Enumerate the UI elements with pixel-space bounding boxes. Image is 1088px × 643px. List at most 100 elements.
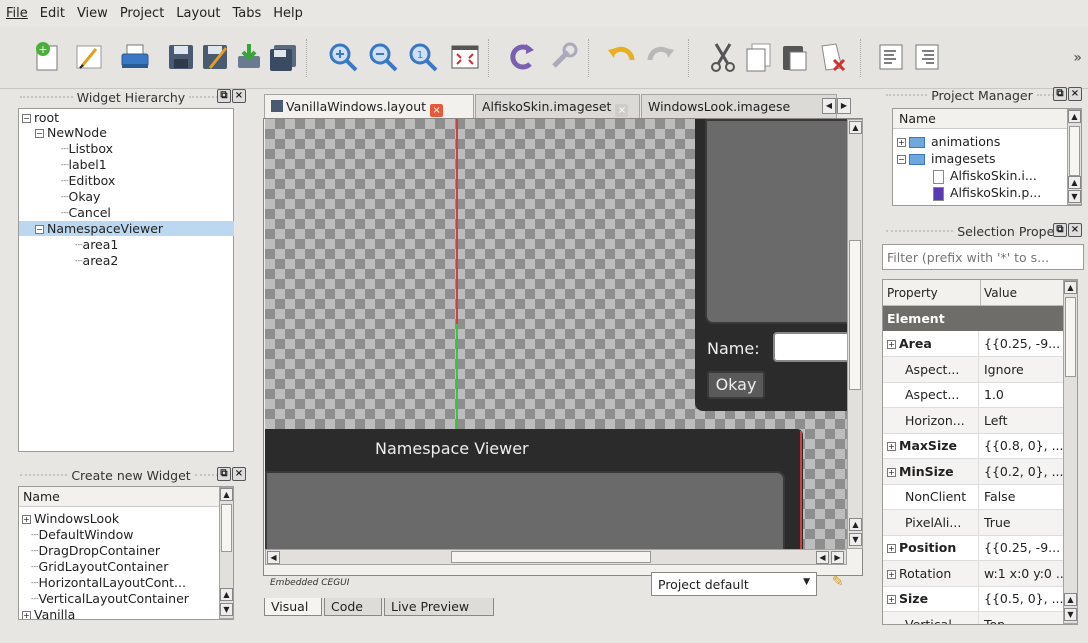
expand-icon[interactable]: + — [887, 570, 896, 579]
project-select[interactable]: Project default ▼ — [651, 572, 817, 596]
project-item-image[interactable]: AlfiskoSkin.p... — [933, 185, 1041, 201]
float-icon[interactable]: ⧉ — [217, 89, 231, 103]
close-icon[interactable]: × — [232, 467, 246, 481]
property-row-aspect-ratio[interactable]: Aspect... 1.0 — [883, 382, 1077, 408]
scroll-down-icon[interactable]: ▼ — [220, 603, 233, 616]
widget-item[interactable]: ┄HorizontalLayoutCont... — [31, 575, 186, 590]
new-file-icon[interactable]: + — [30, 40, 64, 74]
scroll-down-icon[interactable]: ▼ — [1064, 608, 1077, 621]
tab-live-preview[interactable]: Live Preview — [384, 598, 494, 616]
widget-item-vanilla[interactable]: + Vanilla — [22, 607, 75, 619]
listbox-widget[interactable] — [705, 119, 847, 324]
property-row-minsize[interactable]: + MinSize {{0.2, 0}, ... — [883, 459, 1077, 485]
layout-canvas[interactable]: Name: Okay Namespace Viewer — [265, 119, 847, 549]
close-tab-icon[interactable]: × — [615, 104, 629, 117]
reload-icon[interactable] — [506, 40, 540, 74]
scrollbar-thumb[interactable] — [849, 240, 861, 390]
scroll-left-icon[interactable]: ◀ — [267, 551, 280, 564]
tree-item-label1[interactable]: ┄label1 — [61, 157, 107, 172]
widget-item-windowslook[interactable]: + WindowsLook — [22, 511, 119, 526]
property-row-maxsize[interactable]: + MaxSize {{0.8, 0}, ... — [883, 433, 1077, 459]
menu-file[interactable]: File — [6, 6, 28, 21]
tree-item-editbox[interactable]: ┄Editbox — [61, 173, 115, 188]
property-filter-input[interactable] — [882, 244, 1084, 270]
tab-visual[interactable]: Visual — [264, 598, 322, 616]
print-icon[interactable] — [118, 40, 152, 74]
editor-vertical-scrollbar[interactable]: ▲ ▲ ▼ — [847, 119, 863, 549]
fit-view-icon[interactable] — [448, 40, 482, 74]
expand-icon[interactable]: + — [887, 442, 896, 451]
tree-item-root[interactable]: − root — [22, 110, 59, 125]
widget-item[interactable]: ┄GridLayoutContainer — [31, 559, 168, 574]
scroll-up-icon[interactable]: ▲ — [849, 518, 862, 531]
column-header-property[interactable]: Property — [887, 286, 938, 300]
vertical-scrollbar[interactable]: ▲ ▲ ▼ — [1067, 109, 1081, 205]
property-row-horizontal-alignment[interactable]: Horizon... Left — [883, 408, 1077, 434]
property-row-area[interactable]: + Area {{0.25, -9... — [883, 331, 1077, 357]
scroll-up-icon[interactable]: ▲ — [220, 588, 233, 601]
property-row-nonclient[interactable]: NonClient False — [883, 484, 1077, 510]
align-left-icon[interactable] — [874, 40, 908, 74]
project-item-animations[interactable]: + animations — [897, 134, 1000, 149]
property-row-pixel-aligned[interactable]: PixelAli... True — [883, 510, 1077, 536]
namespace-viewer-window[interactable]: Namespace Viewer — [265, 429, 803, 549]
tree-item-namespaceviewer[interactable]: − NamespaceViewer — [19, 221, 234, 236]
widget-item[interactable]: ┄DragDropContainer — [31, 543, 160, 558]
widget-item[interactable]: ┄DefaultWindow — [31, 527, 134, 542]
collapse-icon[interactable]: − — [22, 114, 31, 123]
dialog-window[interactable]: Name: Okay — [695, 119, 847, 411]
wrench-icon[interactable] — [546, 40, 580, 74]
vertical-scrollbar[interactable]: ▲ ▲ ▼ — [1063, 280, 1077, 624]
tab-vanillawindows-layout[interactable]: VanillaWindows.layout × — [264, 94, 474, 119]
menu-project[interactable]: Project — [120, 6, 164, 21]
menu-edit[interactable]: Edit — [40, 6, 65, 21]
project-item-file[interactable]: AlfiskoSkin.i... — [933, 168, 1037, 184]
close-icon[interactable]: × — [232, 89, 246, 103]
property-section-element[interactable]: Element — [883, 306, 1077, 331]
tab-code[interactable]: Code — [324, 598, 382, 616]
save-icon[interactable] — [164, 40, 198, 74]
tree-item-okay[interactable]: ┄Okay — [61, 189, 100, 204]
expand-icon[interactable]: + — [887, 595, 896, 604]
menu-tabs[interactable]: Tabs — [233, 6, 262, 21]
float-icon[interactable]: ⧉ — [1053, 87, 1067, 101]
float-icon[interactable]: ⧉ — [217, 467, 231, 481]
scroll-up-icon[interactable]: ▲ — [1068, 110, 1081, 123]
vertical-scrollbar[interactable]: ▲ ▲ ▼ — [219, 487, 233, 619]
save-all-icon[interactable] — [266, 40, 300, 74]
name-editbox[interactable] — [773, 332, 847, 362]
save-as-icon[interactable] — [198, 40, 232, 74]
redo-icon[interactable] — [644, 40, 678, 74]
scrollbar-thumb[interactable] — [1065, 297, 1076, 377]
tree-item-area2[interactable]: ┄area2 — [75, 253, 118, 268]
tree-item-listbox[interactable]: ┄Listbox — [61, 141, 113, 156]
expand-icon[interactable]: + — [22, 515, 31, 524]
zoom-in-icon[interactable] — [326, 40, 360, 74]
collapse-icon[interactable]: − — [35, 225, 44, 234]
tree-item-cancel[interactable]: ┄Cancel — [61, 205, 111, 220]
wand-icon[interactable]: ✎ — [832, 574, 850, 594]
expand-icon[interactable]: + — [887, 468, 896, 477]
column-header-name[interactable]: Name — [19, 487, 219, 507]
property-row-vertical-alignment[interactable]: Vertical Top — [883, 612, 1077, 624]
tab-scroll-left-icon[interactable]: ◀ — [822, 98, 836, 114]
scroll-up-icon[interactable]: ▲ — [849, 121, 862, 134]
menu-view[interactable]: View — [77, 6, 108, 21]
menu-help[interactable]: Help — [273, 6, 303, 21]
paste-icon[interactable] — [778, 40, 812, 74]
tab-alfiskoskin-imageset[interactable]: AlfiskoSkin.imageset × — [475, 94, 640, 118]
scroll-up-icon[interactable]: ▲ — [1064, 281, 1077, 294]
tree-item-area1[interactable]: ┄area1 — [75, 237, 118, 252]
cut-icon[interactable] — [706, 40, 740, 74]
column-header-name[interactable]: Name — [893, 109, 1067, 129]
expand-icon[interactable]: + — [22, 611, 31, 619]
project-item-imagesets[interactable]: − imagesets — [897, 151, 996, 166]
scroll-right-icon[interactable]: ▶ — [831, 551, 844, 564]
namespace-area[interactable] — [265, 471, 785, 549]
import-icon[interactable] — [232, 40, 266, 74]
property-row-position[interactable]: + Position {{0.25, -9... — [883, 535, 1077, 561]
tab-windowslook-imageset[interactable]: WindowsLook.imagese — [641, 94, 837, 118]
copy-icon[interactable] — [742, 40, 776, 74]
collapse-icon[interactable]: − — [35, 129, 44, 138]
scroll-up-icon[interactable]: ▲ — [1064, 593, 1077, 606]
